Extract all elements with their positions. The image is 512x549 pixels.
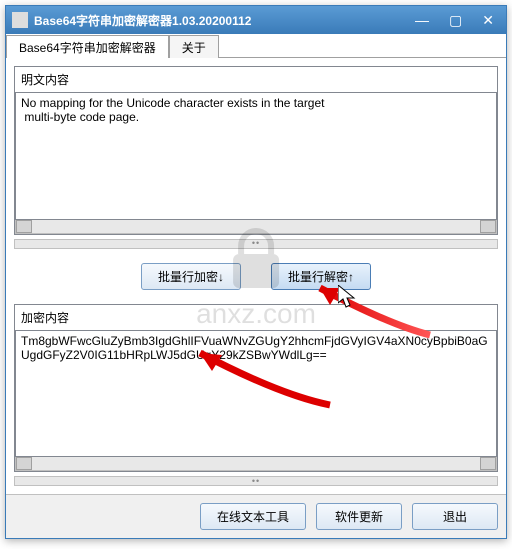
update-button[interactable]: 软件更新	[316, 503, 402, 530]
action-button-row: 批量行加密↓ 批量行解密↑	[14, 249, 498, 304]
ciphertext-textarea[interactable]	[15, 330, 497, 458]
exit-button[interactable]: 退出	[412, 503, 498, 530]
tab-strip: Base64字符串加密解密器 关于	[6, 34, 506, 58]
content-area: 明文内容 •• 批量行加密↓ 批量行解密↑ 加密内容 ••	[6, 58, 506, 494]
minimize-button[interactable]: —	[409, 12, 435, 29]
footer-bar: 在线文本工具 软件更新 退出	[6, 494, 506, 538]
splitter-handle[interactable]: ••	[14, 239, 498, 249]
maximize-button[interactable]: ▢	[443, 12, 468, 29]
tab-about[interactable]: 关于	[169, 35, 219, 58]
app-window: Base64字符串加密解密器1.03.20200112 — ▢ ✕ Base64…	[5, 5, 507, 539]
plaintext-panel: 明文内容	[14, 66, 498, 235]
splitter-handle-2[interactable]: ••	[14, 476, 498, 486]
tab-main[interactable]: Base64字符串加密解密器	[6, 35, 169, 58]
plaintext-label: 明文内容	[15, 67, 497, 92]
ciphertext-label: 加密内容	[15, 305, 497, 330]
titlebar: Base64字符串加密解密器1.03.20200112 — ▢ ✕	[6, 6, 506, 34]
batch-decrypt-button[interactable]: 批量行解密↑	[271, 263, 371, 290]
batch-encrypt-button[interactable]: 批量行加密↓	[141, 263, 241, 290]
window-title: Base64字符串加密解密器1.03.20200112	[34, 12, 409, 29]
ciphertext-hscroll[interactable]	[15, 457, 497, 471]
ciphertext-panel: 加密内容	[14, 304, 498, 473]
close-button[interactable]: ✕	[476, 12, 500, 29]
plaintext-textarea[interactable]	[15, 92, 497, 220]
app-icon	[12, 12, 28, 28]
plaintext-hscroll[interactable]	[15, 220, 497, 234]
online-tool-button[interactable]: 在线文本工具	[200, 503, 306, 530]
